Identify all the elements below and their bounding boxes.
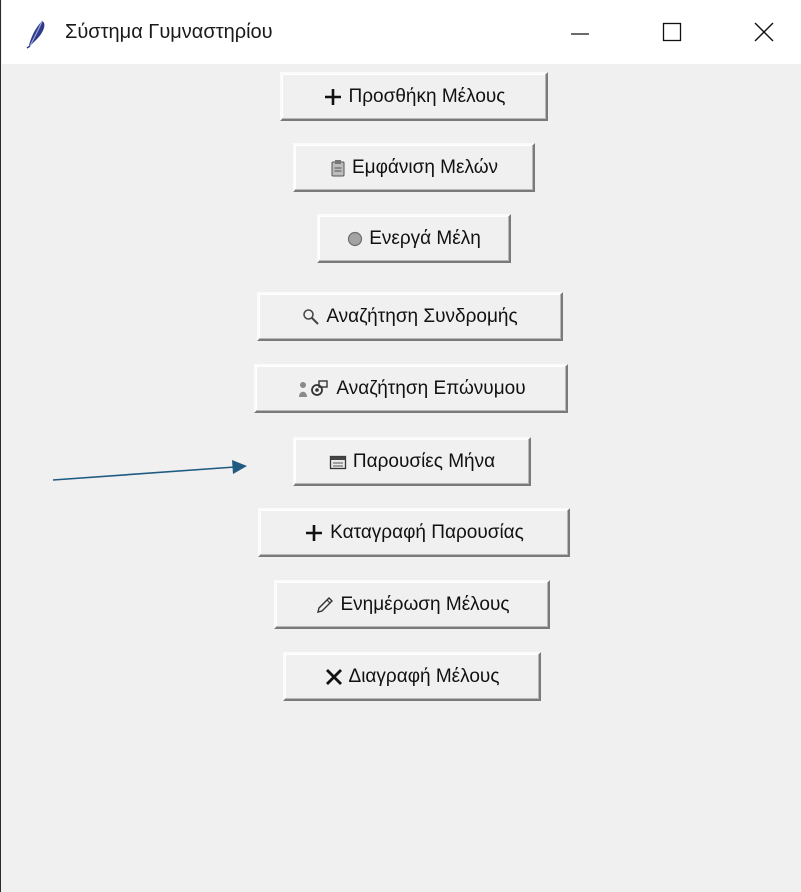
update-member-button[interactable]: Ενημέρωση Μέλους [274, 580, 550, 629]
monthly-attendance-button[interactable]: Παρουσίες Μήνα [293, 437, 531, 486]
delete-member-button[interactable]: Διαγραφή Μέλους [283, 652, 541, 701]
x-icon [325, 668, 343, 686]
search-surname-button[interactable]: Αναζήτηση Επώνυμου [254, 364, 568, 413]
main-panel: Προσθήκη Μέλους Εμφάνιση Μελών Ενεργά Μέ… [2, 64, 801, 892]
button-label: Ενεργά Μέλη [369, 227, 481, 249]
maximize-button[interactable] [626, 0, 718, 64]
button-label: Προσθήκη Μέλους [348, 85, 506, 107]
gray-circle-icon [347, 231, 363, 247]
maximize-icon [662, 22, 682, 42]
button-label: Αναζήτηση Συνδρομής [326, 305, 518, 327]
add-member-button[interactable]: Προσθήκη Μέλους [280, 72, 548, 121]
clipboard-icon [330, 159, 346, 177]
active-members-button[interactable]: Ενεργά Μέλη [317, 214, 511, 263]
window-title: Σύστημα Γυμναστηρίου [65, 21, 273, 43]
button-label: Ενημέρωση Μέλους [340, 593, 510, 615]
close-icon [754, 22, 774, 42]
button-label: Καταγραφή Παρουσίας [330, 521, 524, 543]
button-label: Διαγραφή Μέλους [348, 665, 500, 687]
title-bar[interactable]: Σύστημα Γυμναστηρίου [2, 0, 801, 64]
button-label: Παρουσίες Μήνα [352, 450, 496, 472]
search-subscription-button[interactable]: Αναζήτηση Συνδρομής [257, 292, 563, 341]
plus-icon [323, 87, 343, 107]
app-window: Σύστημα Γυμναστηρίου Προσθήκη Μέλους Εμφ… [0, 0, 801, 892]
magnifier-icon [302, 308, 320, 326]
person-search-icon [296, 379, 330, 399]
button-label: Εμφάνιση Μελών [351, 156, 499, 178]
plus-icon [304, 523, 324, 543]
close-button[interactable] [718, 0, 801, 64]
feather-icon [26, 20, 45, 49]
button-label: Αναζήτηση Επώνυμου [336, 377, 526, 399]
minimize-button[interactable] [534, 0, 626, 64]
pencil-icon [315, 595, 335, 615]
show-members-button[interactable]: Εμφάνιση Μελών [293, 143, 535, 192]
record-attendance-button[interactable]: Καταγραφή Παρουσίας [258, 508, 570, 557]
minimize-icon [571, 33, 589, 35]
calendar-icon [329, 454, 347, 470]
